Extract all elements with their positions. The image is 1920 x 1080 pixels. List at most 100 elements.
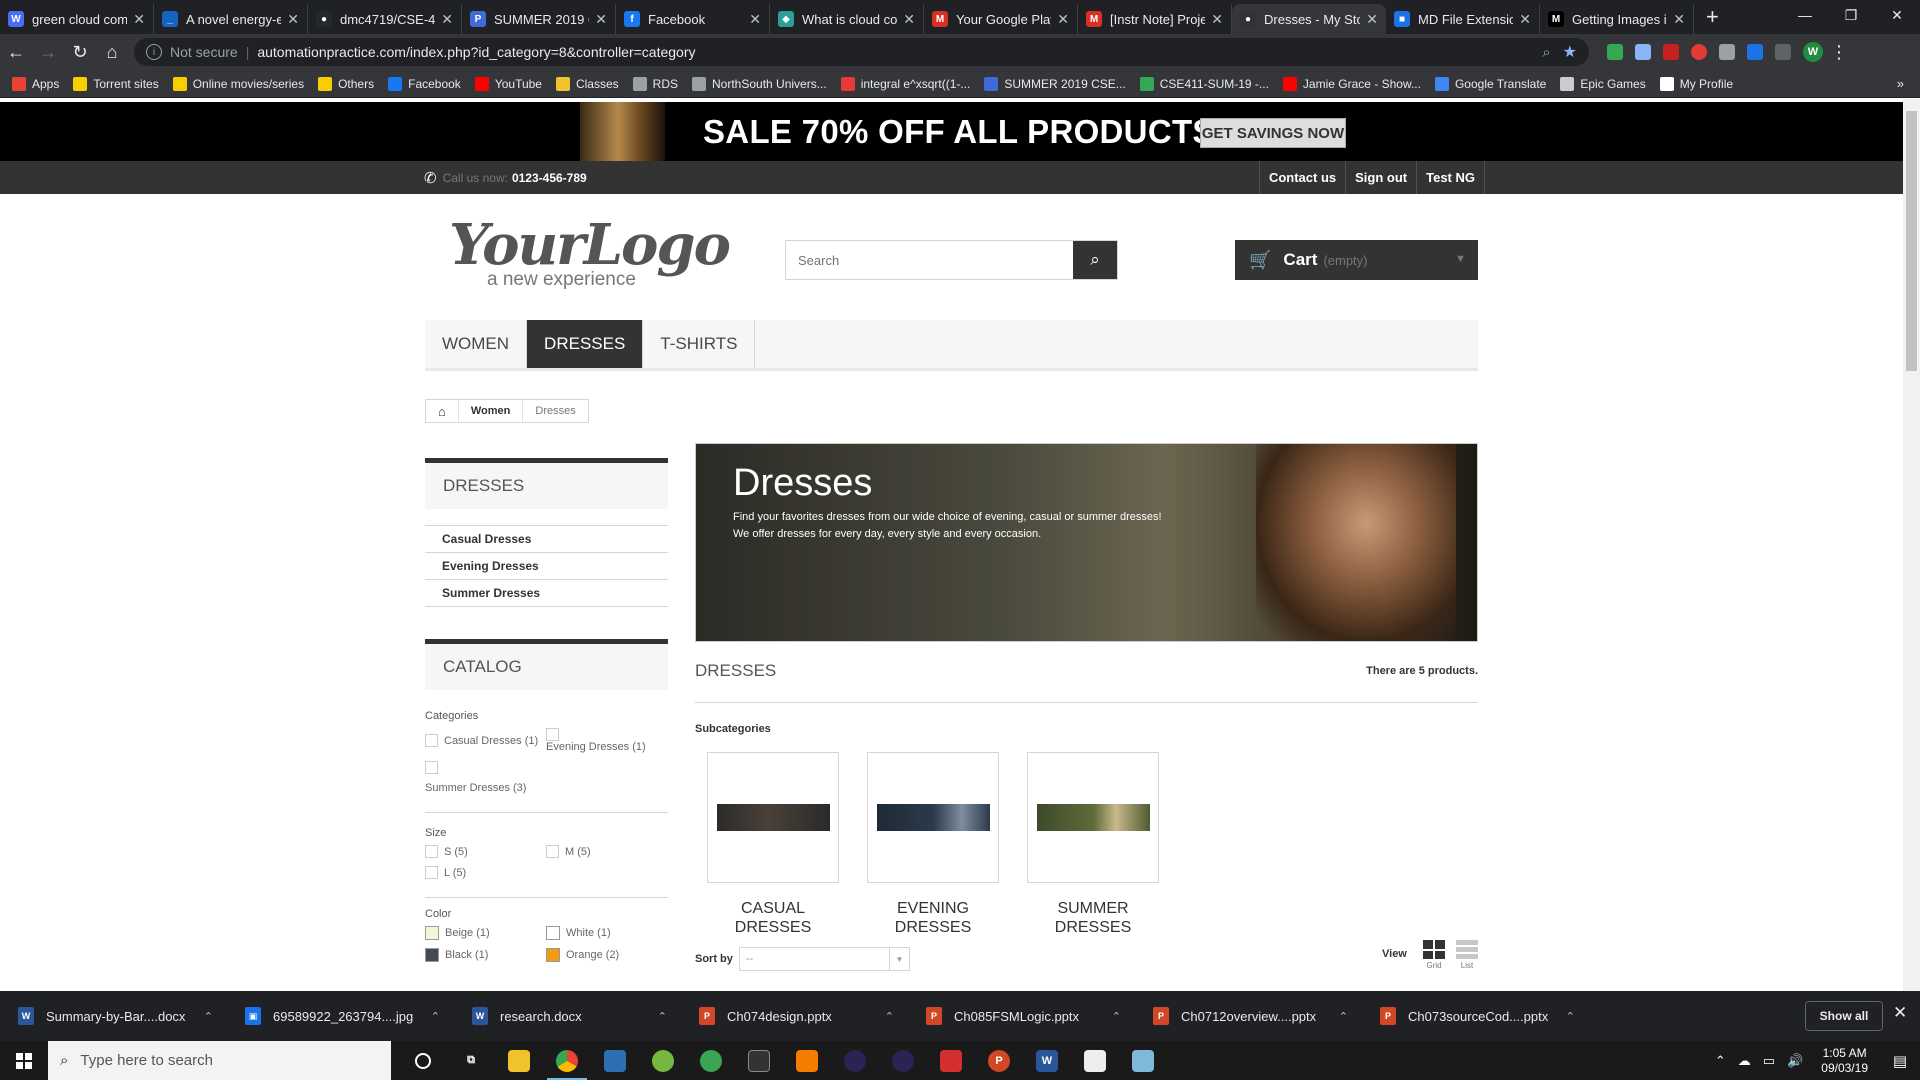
bookmark-item[interactable]: Online movies/series xyxy=(172,76,304,91)
bookmarks-overflow-icon[interactable]: » xyxy=(1897,76,1904,91)
view-list-button[interactable]: List xyxy=(1455,940,1479,970)
color-swatch[interactable] xyxy=(425,948,439,962)
forward-icon[interactable]: → xyxy=(32,36,64,68)
chevron-up-icon[interactable]: ⌃ xyxy=(1715,1053,1726,1069)
extension-icon[interactable] xyxy=(1747,44,1763,60)
tab-close-icon[interactable]: ✕ xyxy=(441,11,453,28)
bookmark-item[interactable]: SUMMER 2019 CSE... xyxy=(984,76,1126,91)
tab-close-icon[interactable]: ✕ xyxy=(287,11,299,28)
checkbox[interactable] xyxy=(546,845,559,858)
bookmark-item[interactable]: NorthSouth Univers... xyxy=(692,76,827,91)
download-extension-icon[interactable] xyxy=(1719,44,1735,60)
browser-tab[interactable]: Wgreen cloud com ✕ xyxy=(0,4,154,34)
browser-tab[interactable]: f Facebook ✕ xyxy=(616,4,770,34)
browser-tab[interactable]: _ A novel energy-e ✕ xyxy=(154,4,308,34)
bookmark-item[interactable]: My Profile xyxy=(1659,76,1733,91)
bookmark-item[interactable]: integral e^xsqrt((1-... xyxy=(840,76,970,91)
reload-icon[interactable]: ↻ xyxy=(64,36,96,68)
word-icon[interactable]: W xyxy=(1023,1041,1071,1080)
tab-close-icon[interactable]: ✕ xyxy=(903,11,915,28)
category-link-casual[interactable]: Casual Dresses xyxy=(425,525,668,552)
browser-tab[interactable]: M Getting Images i ✕ xyxy=(1540,4,1694,34)
filter-summer-dresses[interactable]: Summer Dresses (3) xyxy=(425,761,668,794)
page-scrollbar[interactable] xyxy=(1903,99,1920,991)
clock[interactable]: 1:05 AM 09/03/19 xyxy=(1821,1046,1868,1076)
subcategory-thumbnail[interactable] xyxy=(1027,752,1159,883)
bookmark-item[interactable]: Others xyxy=(318,76,374,91)
download-item[interactable]: W Summary-by-Bar....docx ⌃ xyxy=(0,1007,227,1025)
eclipse-icon[interactable] xyxy=(831,1041,879,1080)
bookmark-item[interactable]: Torrent sites xyxy=(73,76,159,91)
store-logo[interactable]: YourLogo a new experience xyxy=(449,217,731,290)
extension-icon[interactable] xyxy=(1775,44,1791,60)
color-swatch[interactable] xyxy=(546,948,560,962)
browser-tab[interactable]: ● Dresses - My Sto ✕ xyxy=(1232,4,1386,34)
bookmark-item[interactable]: Facebook xyxy=(388,76,461,91)
bookmark-item[interactable]: Jamie Grace - Show... xyxy=(1282,76,1421,91)
download-item[interactable]: P Ch0712overview....pptx ⌃ xyxy=(1135,1007,1362,1025)
browser-tab[interactable]: M [Instr Note] Proje ✕ xyxy=(1078,4,1232,34)
menu-item-women[interactable]: Women xyxy=(425,320,528,368)
bookmark-item[interactable]: Epic Games xyxy=(1560,76,1646,91)
filter-size-s[interactable]: S (5) xyxy=(425,845,546,858)
subcategory-thumbnail[interactable] xyxy=(707,752,839,883)
browser-tab[interactable]: ● dmc4719/CSE-4 ✕ xyxy=(308,4,462,34)
show-all-downloads-button[interactable]: Show all xyxy=(1805,1001,1883,1031)
category-link-evening[interactable]: Evening Dresses xyxy=(425,552,668,579)
menu-item-dresses[interactable]: Dresses xyxy=(527,320,644,368)
app-icon[interactable] xyxy=(591,1041,639,1080)
home-icon[interactable]: ⌂ xyxy=(96,36,128,68)
download-item[interactable]: P Ch085FSMLogic.pptx ⌃ xyxy=(908,1007,1135,1025)
new-tab-button[interactable]: + xyxy=(1694,4,1731,34)
bookmark-item[interactable]: Apps xyxy=(12,76,59,91)
download-item[interactable]: ▣ 69589922_263794....jpg ⌃ xyxy=(227,1007,454,1025)
bookmark-item[interactable]: YouTube xyxy=(474,76,542,91)
notifications-icon[interactable]: ▤ xyxy=(1880,1052,1920,1070)
subcategory-evening[interactable]: Evening Dresses xyxy=(867,752,999,937)
account-link[interactable]: Test NG xyxy=(1416,161,1485,194)
subcategory-name[interactable]: Evening Dresses xyxy=(867,899,999,937)
breadcrumb-women[interactable]: Women xyxy=(459,400,524,422)
filter-color-option[interactable]: Orange (2) xyxy=(546,948,667,962)
browser-tab[interactable]: ■ MD File Extensio ✕ xyxy=(1386,4,1540,34)
chevron-up-icon[interactable]: ⌃ xyxy=(885,1010,894,1023)
back-icon[interactable]: ← xyxy=(0,36,32,68)
tab-close-icon[interactable]: ✕ xyxy=(1366,11,1378,28)
filter-casual-dresses[interactable]: Casual Dresses (1) xyxy=(425,728,546,753)
cart-button[interactable]: 🛒 Cart (empty) ▼ xyxy=(1235,240,1478,280)
subcategory-name[interactable]: Casual Dresses xyxy=(707,899,839,937)
chevron-up-icon[interactable]: ⌃ xyxy=(204,1010,213,1023)
sort-select[interactable]: -- ▼ xyxy=(738,947,910,971)
search-button[interactable]: ⌕ xyxy=(1073,241,1117,279)
subcategory-summer[interactable]: Summer Dresses xyxy=(1027,752,1159,937)
promo-banner[interactable]: SALE 70% OFF ALL PRODUCTS GET SAVINGS NO… xyxy=(0,102,1903,161)
bookmark-item[interactable]: Google Translate xyxy=(1434,76,1546,91)
info-icon[interactable]: i xyxy=(146,44,162,60)
search-input[interactable] xyxy=(786,241,1073,279)
checkbox[interactable] xyxy=(425,845,438,858)
browser-tab[interactable]: M Your Google Play ✕ xyxy=(924,4,1078,34)
extension-icon[interactable] xyxy=(1635,44,1651,60)
eclipse-icon[interactable] xyxy=(879,1041,927,1080)
bookmark-item[interactable]: Classes xyxy=(555,76,619,91)
tab-close-icon[interactable]: ✕ xyxy=(1057,11,1069,28)
subcategory-name[interactable]: Summer Dresses xyxy=(1027,899,1159,937)
download-item[interactable]: Wresearch.docx ⌃ xyxy=(454,1007,681,1025)
utorrent-icon[interactable] xyxy=(639,1041,687,1080)
chevron-up-icon[interactable]: ⌃ xyxy=(1566,1010,1575,1023)
powerpoint-icon[interactable]: P xyxy=(975,1041,1023,1080)
file-explorer-icon[interactable] xyxy=(495,1041,543,1080)
chevron-up-icon[interactable]: ⌃ xyxy=(1339,1010,1348,1023)
bookmark-star-icon[interactable]: ★ xyxy=(1563,42,1577,62)
color-swatch[interactable] xyxy=(425,926,439,940)
browser-tab[interactable]: P SUMMER 2019 C ✕ xyxy=(462,4,616,34)
chevron-up-icon[interactable]: ⌃ xyxy=(658,1010,667,1023)
terminal-icon[interactable] xyxy=(735,1041,783,1080)
profile-avatar[interactable]: W xyxy=(1803,42,1823,62)
sign-out-link[interactable]: Sign out xyxy=(1345,161,1416,194)
filter-size-l[interactable]: L (5) xyxy=(425,866,546,879)
url-text[interactable]: automationpractice.com/index.php?id_cate… xyxy=(257,44,1542,60)
chevron-up-icon[interactable]: ⌃ xyxy=(1112,1010,1121,1023)
scrollbar-thumb[interactable] xyxy=(1906,111,1917,371)
menu-kebab-icon[interactable]: ⋮ xyxy=(1823,36,1855,68)
